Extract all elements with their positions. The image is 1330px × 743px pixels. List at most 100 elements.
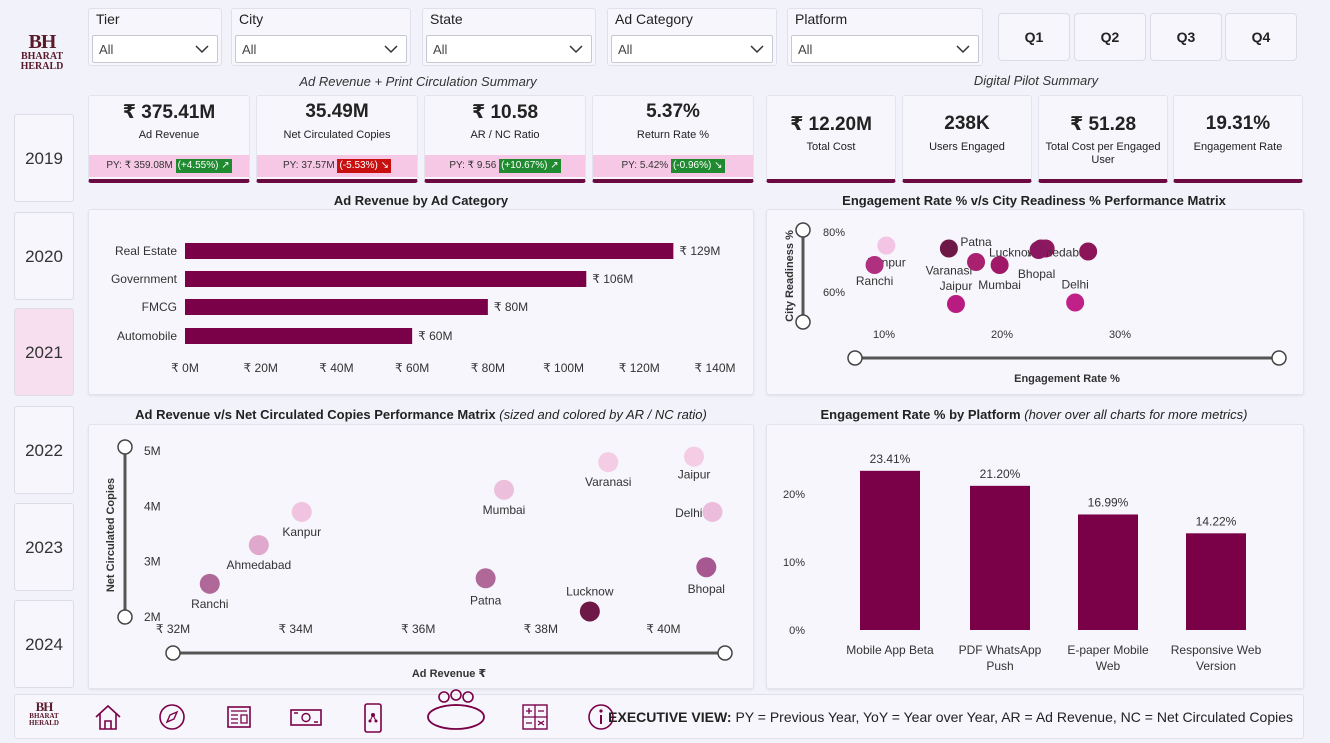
filter-tier: Tier All: [88, 8, 222, 66]
chevron-down-icon: [384, 45, 398, 54]
data-label: 14.22%: [1196, 514, 1237, 528]
y-tick-label: 80%: [823, 227, 845, 239]
y-axis-title: Net Circulated Copies: [105, 478, 117, 592]
x-tick-label: ₹ 80M: [471, 361, 505, 375]
title-note: (sized and colored by AR / NC ratio): [499, 407, 707, 422]
scatter-point: [598, 452, 619, 473]
y-tick-label: 4M: [144, 499, 161, 513]
year-2023-button[interactable]: 2023: [14, 503, 74, 591]
revenue-copies-scatter[interactable]: Net Circulated Copies5M4M3M2M₹ 32M ₹ 34M ₹…: [89, 425, 753, 688]
money-icon[interactable]: [289, 703, 323, 731]
year-2020-button[interactable]: 2020: [14, 212, 74, 300]
q3-button[interactable]: Q3: [1150, 13, 1222, 61]
category-label: Mobile App Beta: [846, 643, 934, 657]
category-label: PDF WhatsApp: [959, 643, 1042, 657]
dropdown-value: All: [618, 42, 633, 57]
x-tick-label: ₹ 40M: [646, 622, 680, 636]
scatter-point: [579, 601, 600, 622]
change-text: (+4.55%): [177, 160, 219, 171]
scatter-point: [696, 557, 717, 578]
newspaper-icon[interactable]: [225, 703, 253, 731]
engagement-matrix-title: Engagement Rate % v/s City Readiness % P…: [842, 193, 1226, 208]
engagement-matrix-card: City Readiness % 80% 60% 10% 20% 30% Engagemen…: [766, 209, 1304, 395]
x-axis-title: Ad Revenue ₹: [412, 668, 487, 680]
platform-dropdown[interactable]: All: [791, 35, 979, 63]
kpi-label: Ad Revenue: [138, 129, 200, 141]
kpi-value: 5.37%: [646, 101, 700, 122]
kpi-value: ₹ 51.28: [1069, 114, 1137, 135]
scatter-point: [865, 256, 884, 274]
kpi-ar-nc-ratio: ₹ 10.58 AR / NC Ratio PY: ₹ 9.56 (+10.67…: [424, 95, 586, 183]
year-2019-button[interactable]: 2019: [14, 114, 74, 202]
data-label: ₹ 106M: [592, 272, 633, 286]
engagement-readiness-scatter[interactable]: City Readiness % 80% 60% 10% 20% 30% Engagemen…: [767, 210, 1303, 394]
q2-button[interactable]: Q2: [1074, 13, 1146, 61]
ad-category-bar-chart[interactable]: Real Estate ₹ 129M Government ₹ 106M FMCG ₹ 8…: [89, 210, 753, 394]
kpi-label: Total Cost: [806, 141, 856, 153]
kpi-net-circulated-copies: 35.49M Net Circulated Copies PY: 37.57M …: [256, 95, 418, 183]
brand-monogram: BH: [28, 31, 57, 53]
city-dropdown[interactable]: All: [235, 35, 407, 63]
filter-ad-category: Ad Category All: [607, 8, 777, 66]
y-slider-handle-top: [795, 222, 811, 238]
year-2024-button[interactable]: 2024: [14, 600, 74, 688]
y-tick-label: 3M: [144, 555, 161, 569]
dropdown-value: All: [242, 42, 257, 57]
state-dropdown[interactable]: All: [426, 35, 592, 63]
category-label-line2: Version: [1196, 659, 1236, 673]
brand-logo: BH BHARAT HERALD: [18, 32, 66, 72]
point-label: Patna: [470, 593, 502, 607]
kpi-value: ₹ 12.20M: [790, 114, 872, 135]
kpi-label: Users Engaged: [929, 141, 1005, 153]
py-text: PY: 37.57M: [282, 160, 335, 171]
point-label: Mumbai: [978, 278, 1021, 292]
x-tick-label: ₹ 34M: [278, 622, 312, 636]
category-label: Government: [111, 272, 178, 286]
mobile-icon[interactable]: [361, 703, 385, 733]
year-2022-button[interactable]: 2022: [14, 406, 74, 494]
scatter-point: [946, 295, 965, 313]
compass-icon[interactable]: [158, 703, 186, 731]
kpi-value: ₹ 375.41M: [122, 102, 216, 123]
x-tick-label: ₹ 38M: [524, 622, 558, 636]
tier-dropdown[interactable]: All: [92, 35, 218, 63]
meeting-icon[interactable]: [425, 689, 487, 733]
x-tick-label: 10%: [873, 329, 895, 341]
point-label: Kanpur: [282, 525, 321, 539]
change-badge: (-0.96%) ↘: [670, 159, 725, 173]
point-label: Mumbai: [483, 503, 526, 517]
scatter-point: [1079, 242, 1098, 261]
q1-button[interactable]: Q1: [998, 13, 1070, 61]
q4-button[interactable]: Q4: [1225, 13, 1297, 61]
digital-summary-heading: Digital Pilot Summary: [973, 73, 1099, 88]
bar: [1186, 533, 1246, 630]
category-label: Responsive Web: [1171, 643, 1262, 657]
calculator-icon[interactable]: [521, 703, 549, 731]
y-slider-handle-bottom: [795, 314, 811, 330]
scatter-point: [684, 446, 705, 467]
platform-engagement-bar-chart[interactable]: 0% 10% 20% 23.41% Mobile App Beta 21.20% PDF W…: [767, 425, 1303, 688]
scatter-point: [877, 236, 896, 255]
change-text: (+10.67%): [501, 160, 548, 171]
kpi-value: 238K: [944, 113, 990, 134]
ad-category-bar-card: Real Estate ₹ 129M Government ₹ 106M FMCG ₹ 8…: [88, 209, 754, 395]
bar: [185, 271, 587, 287]
point-label: Delhi: [1061, 278, 1088, 292]
ad-category-dropdown[interactable]: All: [611, 35, 773, 63]
dropdown-value: All: [99, 42, 114, 57]
kpi-previous-year: PY: 37.57M (-5.53%) ↘: [257, 155, 417, 177]
arrow-down-icon: ↘: [380, 160, 389, 171]
kpi-previous-year: PY: ₹ 359.08M (+4.55%) ↗: [89, 155, 249, 177]
kpi-label: Net Circulated Copies: [283, 129, 391, 141]
kpi-cost-per-engaged-user: ₹ 51.28 Total Cost per Engaged User: [1038, 95, 1168, 183]
year-2021-button[interactable]: 2021: [14, 308, 74, 396]
filter-label: City: [239, 11, 264, 27]
scatter-point: [248, 535, 269, 556]
bar: [185, 328, 413, 344]
kpi-value: 35.49M: [305, 101, 369, 122]
home-icon[interactable]: [93, 703, 123, 731]
footer-logo: BH BHARAT HERALD: [27, 700, 61, 727]
y-axis-title: City Readiness %: [784, 230, 796, 322]
category-label-line2: Web: [1096, 659, 1121, 673]
x-tick-label: ₹ 100M: [543, 361, 584, 375]
